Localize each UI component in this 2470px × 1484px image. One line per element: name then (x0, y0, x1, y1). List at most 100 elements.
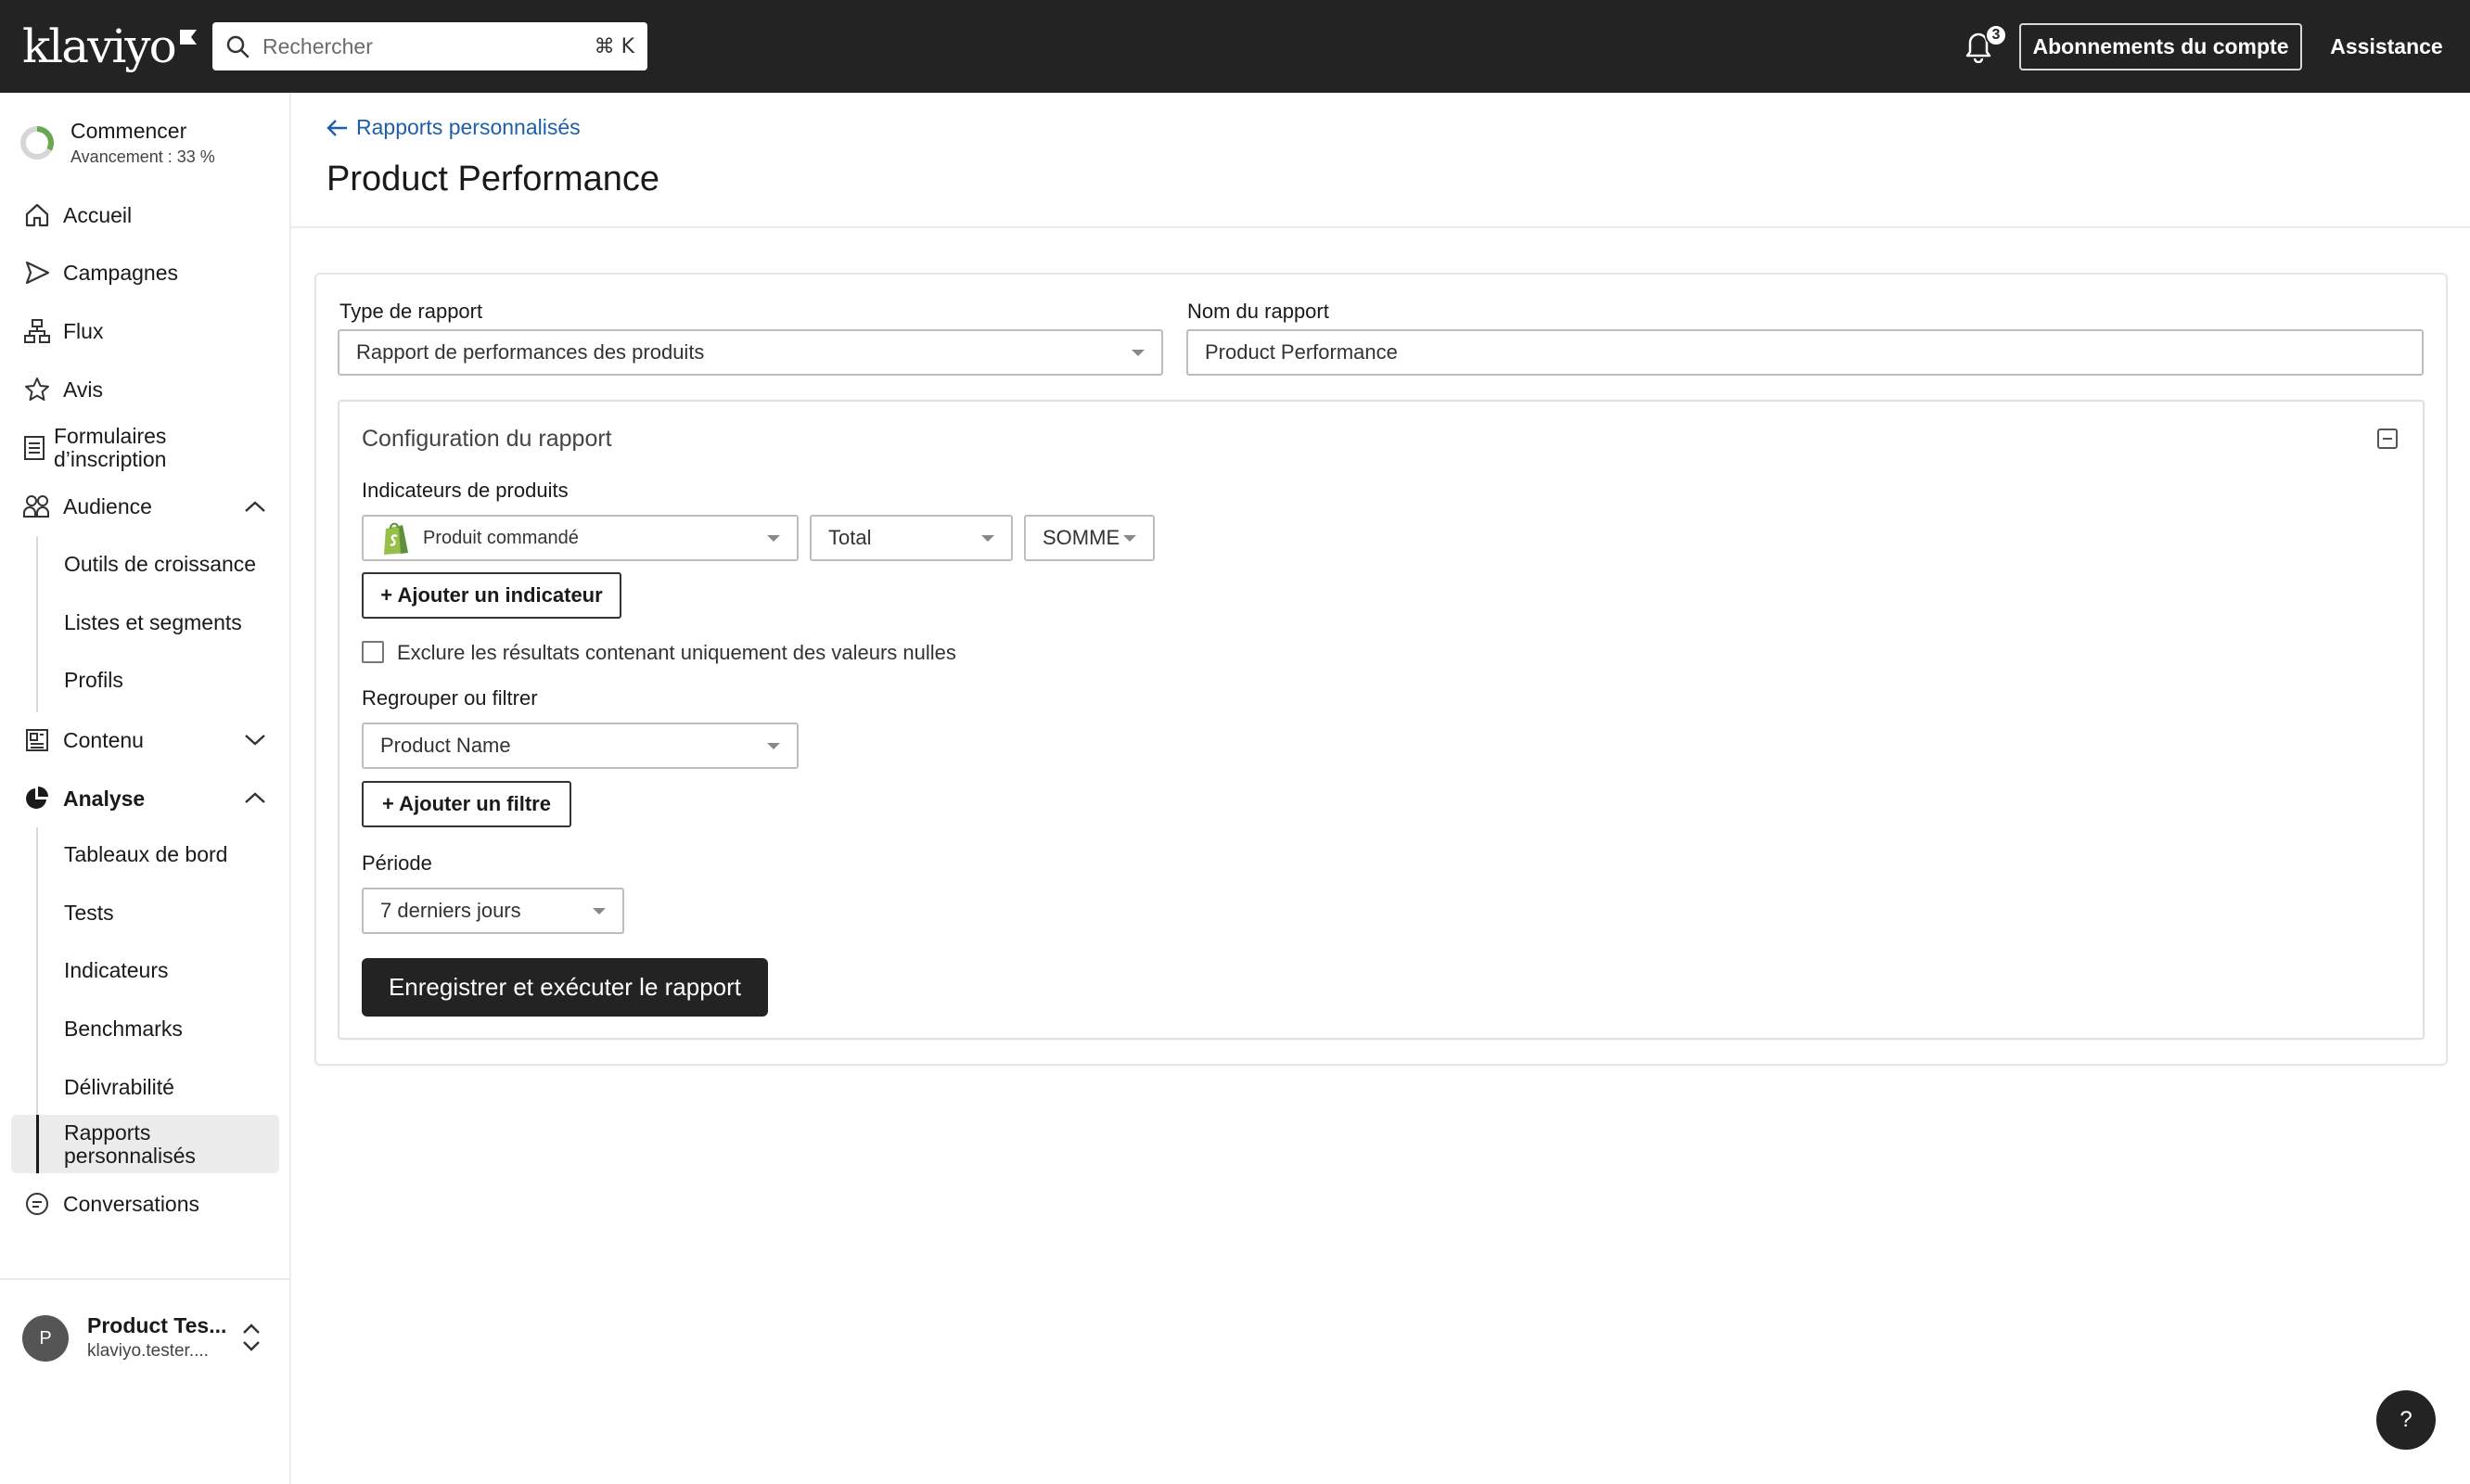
caret-down-icon (981, 535, 994, 542)
notifications-button[interactable]: 3 (1963, 24, 2007, 69)
pie-chart-icon (22, 784, 52, 813)
account-name: Product Tes... (87, 1313, 227, 1337)
search-bar[interactable]: ⌘ K (212, 22, 647, 70)
period-label: Période (362, 851, 432, 875)
sidebar-item-label: Campagnes (63, 260, 179, 285)
sidebar-item-audience[interactable]: Audience (22, 492, 152, 521)
exclude-null-checkbox[interactable] (362, 641, 384, 663)
account-switcher[interactable]: P Product Tes... klaviyo.tester.... (0, 1278, 289, 1391)
sidebar-item-analytics[interactable]: Analyse (22, 784, 145, 813)
sidebar-item-label: Flux (63, 318, 104, 343)
notification-badge: 3 (1985, 24, 2007, 46)
logo-flag-icon (178, 28, 198, 48)
klaviyo-logo[interactable]: klaviyo (22, 19, 198, 73)
sidebar-item-tests[interactable]: Tests (64, 901, 114, 926)
assistance-button[interactable]: Assistance (2326, 23, 2447, 70)
sidebar-item-signup-forms[interactable]: Formulaires d’inscription (22, 425, 189, 471)
report-type-value: Rapport de performances des produits (356, 340, 705, 364)
progress-title: Commencer (70, 119, 187, 143)
sidebar-item-metrics[interactable]: Indicateurs (64, 958, 169, 983)
sidebar-item-lists-segments[interactable]: Listes et segments (64, 610, 242, 635)
sidebar-item-campaigns[interactable]: Campagnes (22, 258, 178, 288)
search-icon (225, 34, 250, 58)
arrow-left-icon (326, 118, 356, 138)
header-divider (291, 226, 2470, 228)
collapse-icon[interactable] (2377, 429, 2398, 449)
chevron-up-icon[interactable] (243, 790, 267, 805)
group-by-select[interactable]: Product Name (362, 723, 799, 769)
sidebar-item-deliverability[interactable]: Délivrabilité (64, 1075, 174, 1100)
chevron-up-icon[interactable] (243, 499, 267, 514)
flow-icon (22, 316, 52, 346)
chevron-up-down-icon[interactable] (239, 1321, 263, 1354)
page-title: Product Performance (326, 160, 660, 198)
caret-down-icon (1132, 350, 1145, 356)
shopify-icon (380, 519, 412, 556)
send-icon (22, 258, 52, 288)
sidebar-item-profiles[interactable]: Profils (64, 668, 123, 693)
sidebar-item-label: Analyse (63, 786, 146, 811)
sidebar-item-label: Contenu (63, 727, 144, 752)
aggregation-select[interactable]: SOMME (1024, 515, 1155, 561)
sidebar-item-flows[interactable]: Flux (22, 316, 103, 346)
account-email: klaviyo.tester.... (87, 1341, 209, 1361)
home-icon (22, 200, 52, 230)
sidebar-item-home[interactable]: Accueil (22, 200, 132, 230)
metric-select[interactable]: Produit commandé (362, 515, 799, 561)
active-item-indicator (36, 1115, 39, 1173)
sidebar-item-custom-reports[interactable]: Rapports personnalisés (64, 1121, 231, 1168)
sidebar-item-growth-tools[interactable]: Outils de croissance (64, 552, 256, 577)
people-icon (22, 492, 52, 521)
sidebar-item-label: Avis (63, 377, 104, 402)
sidebar-item-content[interactable]: Contenu (22, 725, 144, 755)
sidebar-item-label: Accueil (63, 202, 133, 227)
search-input[interactable] (262, 33, 595, 59)
period-select[interactable]: 7 derniers jours (362, 888, 624, 934)
sidebar-item-dashboards[interactable]: Tableaux de bord (64, 842, 227, 867)
star-icon (22, 375, 52, 404)
audience-submenu-line (36, 536, 38, 712)
config-title: Configuration du rapport (362, 426, 612, 452)
account-subscriptions-button[interactable]: Abonnements du compte (2019, 23, 2302, 70)
period-value: 7 derniers jours (380, 899, 521, 922)
measure-select[interactable]: Total (810, 515, 1013, 561)
sidebar-item-label: Audience (63, 493, 152, 518)
caret-down-icon (1123, 535, 1136, 542)
measure-value: Total (828, 526, 872, 549)
exclude-null-label: Exclure les résultats contenant uniqueme… (397, 641, 956, 664)
logo-text: klaviyo (22, 19, 177, 73)
sidebar-item-label: Formulaires d’inscription (54, 424, 167, 471)
progress-ring-icon (19, 124, 56, 161)
chevron-down-icon[interactable] (243, 733, 267, 748)
report-name-label: Nom du rapport (1187, 300, 1329, 323)
group-by-value: Product Name (380, 734, 511, 757)
save-run-report-button[interactable]: Enregistrer et exécuter le rapport (362, 958, 768, 1017)
aggregation-value: SOMME (1043, 526, 1120, 549)
sidebar-item-conversations[interactable]: Conversations (22, 1189, 199, 1219)
sidebar-item-label: Conversations (63, 1191, 200, 1216)
add-filter-button[interactable]: + Ajouter un filtre (362, 781, 571, 827)
sidebar-item-reviews[interactable]: Avis (22, 375, 103, 404)
report-config-panel (338, 400, 2425, 1040)
sidebar-item-benchmarks[interactable]: Benchmarks (64, 1017, 183, 1042)
onboarding-progress[interactable]: Commencer Avancement : 33 % (19, 119, 215, 167)
caret-down-icon (767, 535, 780, 542)
back-link[interactable]: Rapports personnalisés (326, 115, 581, 140)
report-type-select[interactable]: Rapport de performances des produits (338, 329, 1163, 376)
avatar: P (22, 1315, 69, 1362)
form-icon (22, 433, 46, 463)
caret-down-icon (593, 908, 606, 915)
report-name-input[interactable] (1186, 329, 2424, 376)
group-filter-label: Regrouper ou filtrer (362, 686, 538, 710)
help-button[interactable]: ? (2376, 1390, 2436, 1450)
metrics-label: Indicateurs de produits (362, 479, 569, 502)
chat-icon (22, 1189, 52, 1219)
content-icon (22, 725, 52, 755)
back-link-label: Rapports personnalisés (356, 115, 581, 139)
caret-down-icon (767, 743, 780, 749)
top-bar: klaviyo ⌘ K 3 Abonnements du compte Assi… (0, 0, 2470, 93)
search-shortcut: ⌘ K (594, 34, 634, 58)
metric-value: Produit commandé (423, 527, 579, 548)
progress-subtitle: Avancement : 33 % (70, 147, 215, 166)
add-metric-button[interactable]: + Ajouter un indicateur (362, 572, 621, 619)
